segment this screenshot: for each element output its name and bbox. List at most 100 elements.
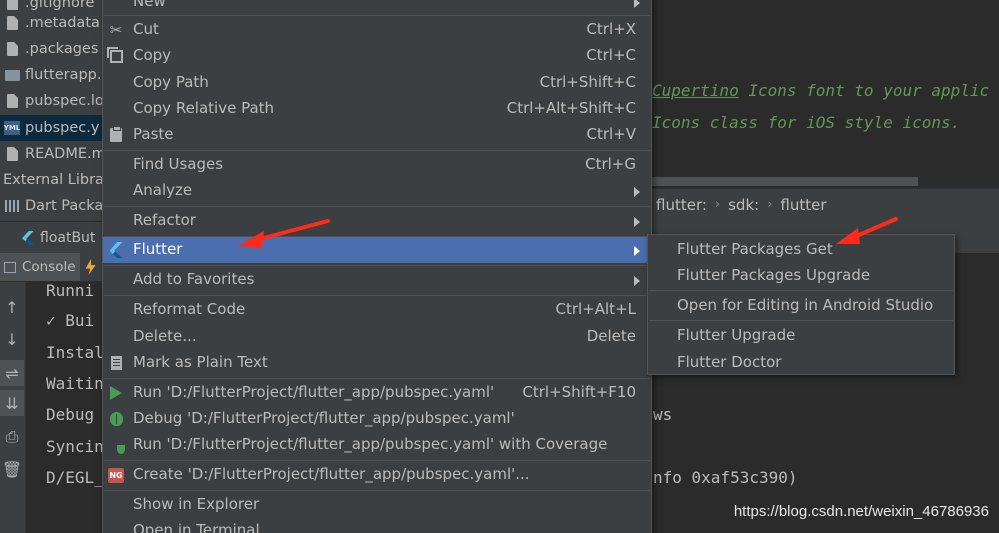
submenu-item-label: Open for Editing in Android Studio: [677, 296, 934, 314]
menu-item-label: Find Usages: [133, 155, 224, 173]
dart-file-icon: [22, 230, 34, 245]
editor-tab[interactable]: floatBut: [0, 221, 104, 253]
scroll-down-icon[interactable]: ↓: [0, 326, 24, 352]
submenu-arrow-icon: [634, 0, 640, 8]
console-line-tail: ws: [653, 405, 673, 424]
tab-console-label: Console: [22, 259, 76, 275]
tree-item-flutterapp[interactable]: flutterapp.: [0, 62, 104, 88]
menu-item-add-to-favorites[interactable]: Add to Favorites: [103, 267, 651, 293]
menu-item-paste[interactable]: Paste Ctrl+V: [103, 122, 651, 148]
submenu-item-flutter-upgrade[interactable]: Flutter Upgrade: [648, 323, 954, 349]
file-icon: [4, 41, 20, 57]
tree-item-metadata[interactable]: .metadata: [0, 10, 104, 36]
console-side-toolbar: ↑ ↓ ⇌ ⇊ ⎙ 🗑: [0, 282, 26, 533]
menu-separator: [104, 490, 650, 491]
tree-item-label: flutterapp.: [25, 67, 102, 83]
print-icon[interactable]: ⎙: [0, 424, 24, 450]
menu-item-copy[interactable]: Copy Ctrl+C: [103, 43, 651, 69]
scroll-up-icon[interactable]: ↑: [0, 294, 24, 320]
tree-item-dart-packages[interactable]: Dart Packa: [0, 193, 104, 219]
menu-item-new[interactable]: New: [103, 0, 651, 15]
menu-item-create-run-config[interactable]: NG Create 'D:/FlutterProject/flutter_app…: [103, 462, 651, 488]
chevron-right-icon: ›: [714, 197, 721, 212]
tree-item-label: Dart Packa: [25, 198, 104, 214]
menu-shortcut: Ctrl+V: [586, 125, 636, 143]
context-menu: New ✂ Cut Ctrl+X Copy Ctrl+C Copy Path C…: [102, 0, 652, 533]
menu-item-open-in-terminal[interactable]: Open in Terminal: [103, 518, 651, 533]
tree-item-external-libraries[interactable]: External Libra: [0, 167, 104, 193]
menu-shortcut: Ctrl+Alt+L: [555, 300, 637, 318]
flutter-submenu: Flutter Packages Get Flutter Packages Up…: [647, 234, 955, 375]
file-icon: [4, 15, 20, 31]
file-icon: [4, 146, 20, 162]
console-line: Waitin: [46, 374, 104, 393]
code-comment-text: Icons font to your applic: [738, 81, 990, 100]
submenu-item-flutter-doctor[interactable]: Flutter Doctor: [648, 350, 954, 376]
menu-item-copy-path[interactable]: Copy Path Ctrl+Shift+C: [103, 70, 651, 96]
breadcrumb-item[interactable]: flutter:: [656, 196, 707, 214]
tree-item-label: .packages: [25, 41, 99, 57]
breadcrumb: flutter: › sdk: › flutter: [652, 188, 999, 220]
menu-item-cut[interactable]: ✂ Cut Ctrl+X: [103, 17, 651, 43]
submenu-item-open-android-studio[interactable]: Open for Editing in Android Studio: [648, 293, 954, 319]
scroll-to-end-icon[interactable]: ⇊: [0, 390, 24, 416]
copy-icon: [106, 46, 124, 64]
menu-shortcut: Ctrl+X: [586, 20, 636, 38]
menu-item-label: Cut: [133, 20, 159, 38]
yaml-file-icon: YML: [4, 120, 20, 136]
tree-item-label: pubspec.y: [25, 120, 100, 136]
menu-item-find-usages[interactable]: Find Usages Ctrl+G: [103, 152, 651, 178]
menu-item-label: Flutter: [133, 240, 183, 258]
menu-separator: [104, 150, 650, 151]
menu-item-refactor[interactable]: Refactor: [103, 208, 651, 234]
tree-item-pubspec-lock[interactable]: pubspec.lo: [0, 88, 104, 114]
menu-item-label: Delete...: [133, 327, 197, 345]
menu-item-debug[interactable]: Debug 'D:/FlutterProject/flutter_app/pub…: [103, 406, 651, 432]
menu-item-label: Run 'D:/FlutterProject/flutter_app/pubsp…: [133, 435, 608, 453]
debug-icon: [108, 411, 124, 427]
console-line: D/EGL_: [46, 468, 104, 487]
menu-item-label: Reformat Code: [133, 300, 246, 318]
tree-item-readme[interactable]: README.m: [0, 141, 104, 167]
tree-item-pubspec-yaml[interactable]: YML pubspec.y: [0, 115, 104, 141]
breadcrumb-item[interactable]: sdk:: [728, 196, 759, 214]
console-line: ✓ Bui: [46, 311, 95, 330]
editor-horizontal-scrollbar[interactable]: [652, 177, 918, 186]
watermark: https://blog.csdn.net/weixin_46786936: [733, 503, 989, 520]
menu-item-show-in-explorer[interactable]: Show in Explorer: [103, 492, 651, 518]
menu-shortcut: Delete: [586, 327, 636, 345]
tree-item-packages[interactable]: .packages: [0, 36, 104, 62]
menu-item-label: Analyze: [133, 181, 193, 199]
scissors-icon: ✂: [109, 21, 123, 39]
submenu-item-label: Flutter Packages Get: [677, 240, 833, 258]
code-editor[interactable]: Cupertino Icons font to your applic Icon…: [652, 10, 999, 186]
project-tree-panel: .gitignore .metadata .packages flutterap…: [0, 0, 104, 221]
breadcrumb-item[interactable]: flutter: [780, 196, 826, 214]
menu-item-label: Copy Relative Path: [133, 99, 275, 117]
submenu-item-label: Flutter Packages Upgrade: [677, 266, 871, 284]
code-comment-line: Cupertino Icons font to your applic: [652, 81, 989, 100]
chevron-right-icon: ›: [767, 197, 773, 212]
menu-item-delete[interactable]: Delete... Delete: [103, 324, 651, 350]
menu-item-reformat-code[interactable]: Reformat Code Ctrl+Alt+L: [103, 297, 651, 323]
submenu-item-packages-get[interactable]: Flutter Packages Get: [648, 237, 954, 263]
tab-console[interactable]: Console: [0, 253, 80, 281]
menu-item-copy-relative-path[interactable]: Copy Relative Path Ctrl+Alt+Shift+C: [103, 96, 651, 122]
menu-item-analyze[interactable]: Analyze: [103, 178, 651, 204]
submenu-arrow-icon: [634, 217, 640, 227]
menu-separator: [104, 295, 650, 296]
menu-item-label: Refactor: [133, 211, 196, 229]
submenu-item-packages-upgrade[interactable]: Flutter Packages Upgrade: [648, 263, 954, 289]
menu-item-mark-as-plain-text[interactable]: Mark as Plain Text: [103, 350, 651, 376]
paste-icon: [108, 126, 124, 143]
menu-separator: [104, 15, 650, 16]
menu-item-flutter[interactable]: Flutter: [103, 237, 651, 263]
lightning-icon[interactable]: [85, 259, 96, 275]
trash-icon[interactable]: 🗑: [0, 456, 24, 482]
flutter-icon: [108, 242, 124, 258]
menu-item-run[interactable]: Run 'D:/FlutterProject/flutter_app/pubsp…: [103, 380, 651, 406]
coverage-icon: [108, 437, 125, 454]
soft-wrap-icon[interactable]: ⇌: [0, 360, 24, 386]
code-comment-link[interactable]: Cupertino: [652, 81, 739, 100]
menu-item-run-with-coverage[interactable]: Run 'D:/FlutterProject/flutter_app/pubsp…: [103, 432, 651, 458]
